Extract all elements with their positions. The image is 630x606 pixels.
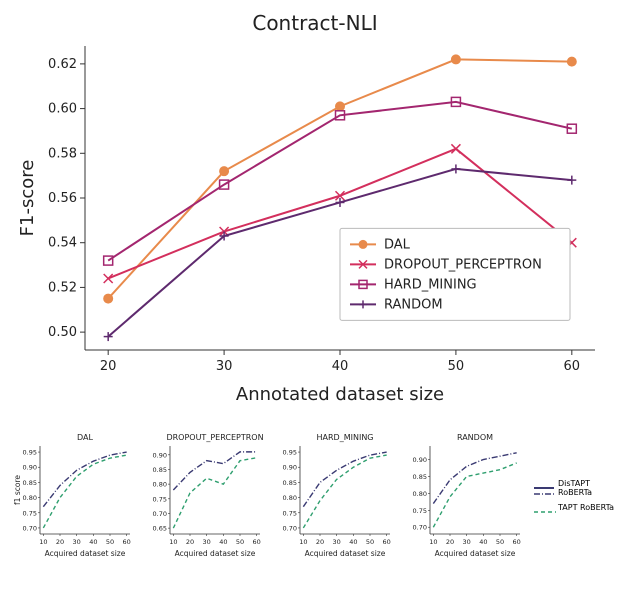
svg-text:0.56: 0.56	[48, 191, 77, 206]
svg-text:F1-score: F1-score	[17, 160, 38, 237]
svg-text:0.75: 0.75	[413, 507, 427, 515]
small-chart-dropout: DROPOUT_PERCEPTRON 0.65 0.70 0.75 0.80 0.85 0.…	[144, 430, 264, 560]
svg-text:f1 score: f1 score	[14, 475, 22, 505]
svg-text:40: 40	[479, 538, 487, 546]
svg-text:0.95: 0.95	[283, 449, 297, 457]
legend-swatch-distapt	[534, 487, 554, 489]
svg-text:Annotated dataset size: Annotated dataset size	[236, 384, 444, 405]
svg-text:0.60: 0.60	[48, 102, 77, 117]
svg-text:30: 30	[216, 359, 233, 374]
svg-text:Acquired dataset size: Acquired dataset size	[435, 549, 516, 558]
svg-text:20: 20	[56, 538, 64, 546]
svg-text:20: 20	[186, 538, 194, 546]
svg-text:0.85: 0.85	[23, 479, 37, 487]
svg-text:60: 60	[564, 359, 581, 374]
legend-item-distapt: DisTAPT RoBERTa	[534, 479, 620, 497]
svg-text:0.80: 0.80	[283, 494, 297, 502]
svg-text:30: 30	[73, 538, 81, 546]
svg-text:Contract-NLI: Contract-NLI	[252, 11, 377, 35]
legend-item-tapt: TAPT RoBERTa	[534, 503, 620, 512]
svg-text:0.70: 0.70	[23, 524, 37, 532]
svg-text:DROPOUT_PERCEPTRON: DROPOUT_PERCEPTRON	[166, 433, 263, 442]
svg-text:HARD_MINING: HARD_MINING	[317, 433, 374, 442]
svg-text:60: 60	[253, 538, 261, 546]
svg-text:50: 50	[448, 359, 465, 374]
main-chart-svg: Contract-NLI 0.50 0.52 0.54 0.56 0.58 0.60 0.62…	[15, 10, 615, 410]
svg-text:0.75: 0.75	[23, 509, 37, 517]
svg-text:60: 60	[123, 538, 131, 546]
svg-text:0.58: 0.58	[48, 146, 77, 161]
svg-text:0.85: 0.85	[413, 473, 427, 481]
svg-text:0.80: 0.80	[413, 490, 427, 498]
svg-text:30: 30	[463, 538, 471, 546]
svg-text:60: 60	[383, 538, 391, 546]
svg-text:0.90: 0.90	[283, 464, 297, 472]
svg-text:0.80: 0.80	[153, 481, 167, 489]
svg-text:40: 40	[332, 359, 349, 374]
svg-text:0.90: 0.90	[413, 456, 427, 464]
svg-text:DAL: DAL	[77, 433, 93, 442]
svg-text:10: 10	[39, 538, 47, 546]
main-chart: Contract-NLI 0.50 0.52 0.54 0.56 0.58 0.60 0.62…	[15, 10, 615, 410]
svg-text:0.80: 0.80	[23, 494, 37, 502]
svg-text:0.95: 0.95	[23, 449, 37, 457]
svg-text:RANDOM: RANDOM	[384, 297, 443, 312]
svg-text:0.90: 0.90	[23, 464, 37, 472]
svg-text:10: 10	[169, 538, 177, 546]
svg-text:0.50: 0.50	[48, 325, 77, 340]
svg-text:50: 50	[496, 538, 504, 546]
small-chart-hard: HARD_MINING 0.70 0.75 0.80 0.85 0.90 0.95 10 20 3…	[274, 430, 394, 560]
svg-text:0.90: 0.90	[153, 451, 167, 459]
svg-text:20: 20	[316, 538, 324, 546]
svg-text:Acquired dataset size: Acquired dataset size	[305, 549, 386, 558]
svg-text:DAL: DAL	[384, 237, 411, 252]
svg-text:0.70: 0.70	[413, 524, 427, 532]
svg-text:20: 20	[100, 359, 117, 374]
small-chart-random: RANDOM 0.70 0.75 0.80 0.85 0.90 10 20 30 40 50 60 Ac…	[404, 430, 524, 560]
svg-text:0.62: 0.62	[48, 57, 77, 72]
svg-text:Acquired dataset size: Acquired dataset size	[45, 549, 126, 558]
small-legend: DisTAPT RoBERTa TAPT RoBERTa	[534, 430, 620, 560]
svg-text:0.54: 0.54	[48, 236, 77, 251]
svg-text:0.75: 0.75	[283, 509, 297, 517]
svg-text:Acquired dataset size: Acquired dataset size	[175, 549, 256, 558]
svg-text:10: 10	[429, 538, 437, 546]
svg-text:0.52: 0.52	[48, 280, 77, 295]
legend-label-tapt: TAPT RoBERTa	[558, 503, 614, 512]
svg-text:DROPOUT_PERCEPTRON: DROPOUT_PERCEPTRON	[384, 257, 542, 272]
svg-text:0.85: 0.85	[153, 466, 167, 474]
svg-text:0.65: 0.65	[153, 525, 167, 533]
svg-text:40: 40	[219, 538, 227, 546]
svg-text:0.85: 0.85	[283, 479, 297, 487]
small-multiples-row: DAL 0.70 0.75 0.80 0.85 0.90 0.95 10 20 30 40 50 60 A…	[10, 430, 620, 560]
svg-text:HARD_MINING: HARD_MINING	[384, 277, 477, 292]
legend-label-distapt: DisTAPT RoBERTa	[558, 479, 620, 497]
svg-text:40: 40	[349, 538, 357, 546]
svg-text:0.75: 0.75	[153, 495, 167, 503]
svg-text:50: 50	[366, 538, 374, 546]
svg-text:40: 40	[89, 538, 97, 546]
svg-text:30: 30	[203, 538, 211, 546]
svg-text:60: 60	[513, 538, 521, 546]
svg-text:50: 50	[236, 538, 244, 546]
svg-text:10: 10	[299, 538, 307, 546]
svg-text:0.70: 0.70	[283, 524, 297, 532]
svg-text:20: 20	[446, 538, 454, 546]
svg-text:30: 30	[333, 538, 341, 546]
svg-text:RANDOM: RANDOM	[457, 433, 493, 442]
svg-text:0.70: 0.70	[153, 510, 167, 518]
svg-text:50: 50	[106, 538, 114, 546]
small-chart-dal: DAL 0.70 0.75 0.80 0.85 0.90 0.95 10 20 30 40 50 60 A…	[14, 430, 134, 560]
